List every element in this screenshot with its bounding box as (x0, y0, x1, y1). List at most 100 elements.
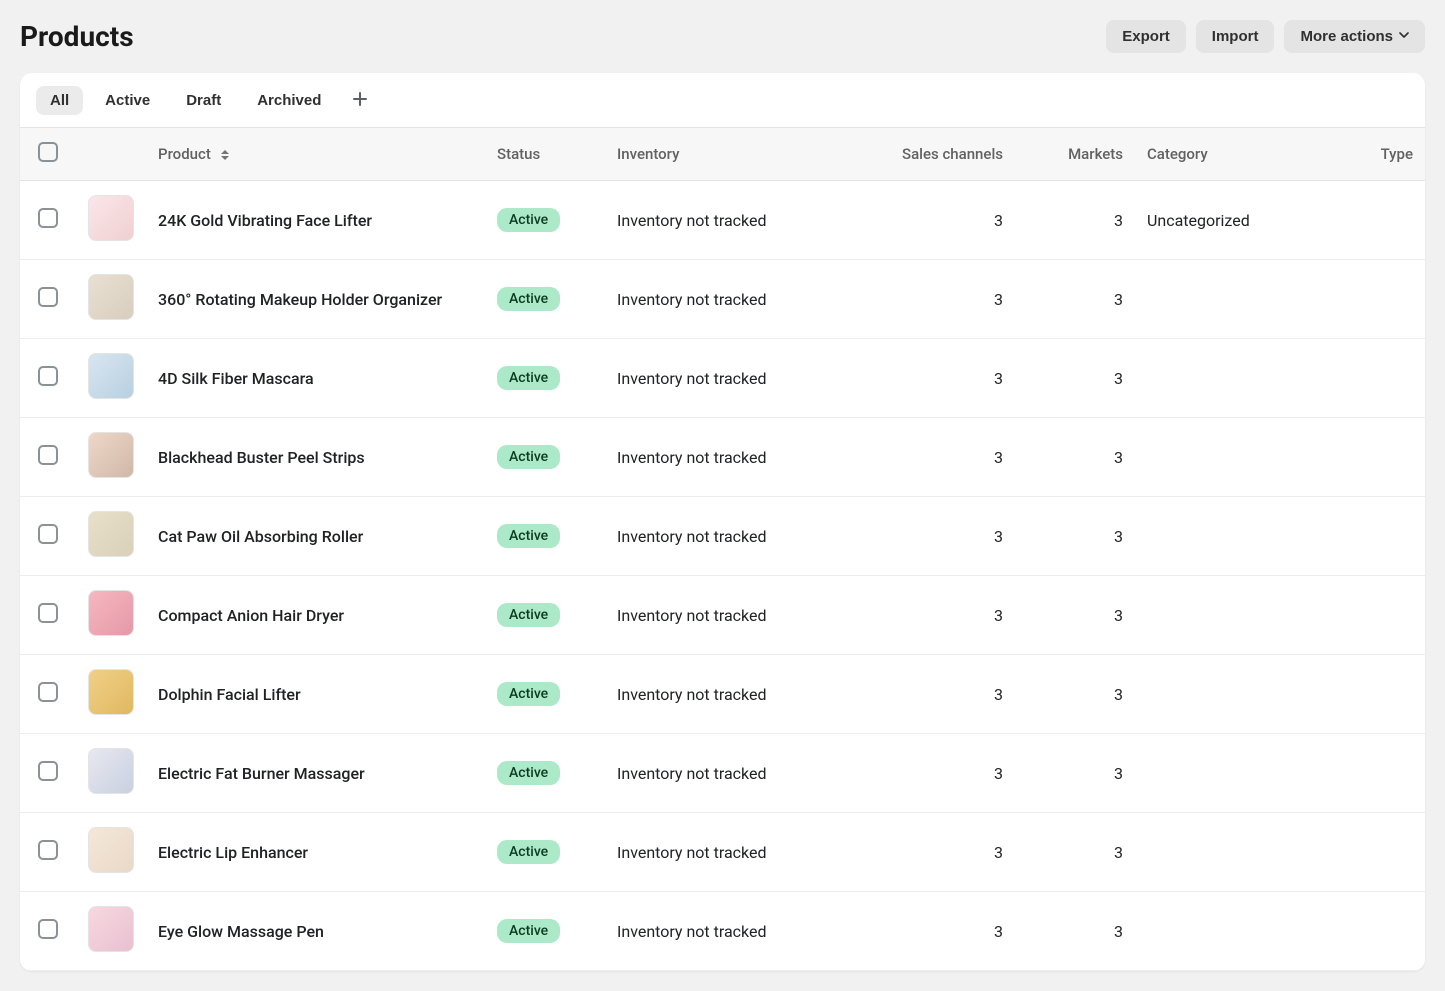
header-actions: Export Import More actions (1106, 20, 1425, 53)
category-cell (1135, 260, 1315, 339)
type-cell (1315, 576, 1425, 655)
product-name[interactable]: Cat Paw Oil Absorbing Roller (146, 497, 485, 576)
sales-channels-cell: 3 (865, 339, 1015, 418)
markets-cell: 3 (1015, 260, 1135, 339)
row-checkbox[interactable] (38, 287, 58, 307)
tab-all[interactable]: All (36, 86, 83, 115)
inventory-cell: Inventory not tracked (605, 418, 865, 497)
product-name[interactable]: Electric Lip Enhancer (146, 813, 485, 892)
product-thumbnail[interactable] (88, 274, 134, 320)
table-row[interactable]: Compact Anion Hair DryerActiveInventory … (20, 576, 1425, 655)
sales-channels-cell: 3 (865, 497, 1015, 576)
col-header-markets[interactable]: Markets (1015, 128, 1135, 181)
products-card: All Active Draft Archived Product Status (20, 73, 1425, 971)
category-cell (1135, 813, 1315, 892)
category-cell (1135, 497, 1315, 576)
product-thumbnail[interactable] (88, 748, 134, 794)
product-thumbnail[interactable] (88, 590, 134, 636)
product-thumbnail[interactable] (88, 827, 134, 873)
row-checkbox[interactable] (38, 919, 58, 939)
product-name[interactable]: Compact Anion Hair Dryer (146, 576, 485, 655)
type-cell (1315, 418, 1425, 497)
sales-channels-cell: 3 (865, 734, 1015, 813)
type-cell (1315, 339, 1425, 418)
table-row[interactable]: 4D Silk Fiber MascaraActiveInventory not… (20, 339, 1425, 418)
status-badge: Active (497, 682, 560, 706)
product-name[interactable]: 360° Rotating Makeup Holder Organizer (146, 260, 485, 339)
product-thumbnail[interactable] (88, 195, 134, 241)
col-header-sales[interactable]: Sales channels (865, 128, 1015, 181)
table-row[interactable]: 24K Gold Vibrating Face Lifter Active Inve… (20, 181, 1425, 260)
table-row[interactable]: Cat Paw Oil Absorbing RollerActiveInvent… (20, 497, 1425, 576)
row-checkbox[interactable] (38, 208, 58, 228)
product-thumbnail[interactable] (88, 669, 134, 715)
markets-cell: 3 (1015, 418, 1135, 497)
product-thumbnail[interactable] (88, 511, 134, 557)
table-row[interactable]: Dolphin Facial Lifter Active Inventory not… (20, 655, 1425, 734)
sales-channels-cell: 3 (865, 813, 1015, 892)
col-header-inventory[interactable]: Inventory (605, 128, 865, 181)
product-name[interactable]: Blackhead Buster Peel Strips (146, 418, 485, 497)
row-checkbox[interactable] (38, 366, 58, 386)
status-badge: Active (497, 287, 560, 311)
status-badge: Active (497, 208, 560, 232)
col-header-product[interactable]: Product (146, 128, 485, 181)
inventory-cell: Inventory not tracked (605, 181, 865, 260)
sales-channels-cell: 3 (865, 418, 1015, 497)
products-table: Product Status Inventory Sales channels … (20, 127, 1425, 971)
col-header-status[interactable]: Status (485, 128, 605, 181)
inventory-cell: Inventory not tracked (605, 892, 865, 971)
product-name[interactable]: 4D Silk Fiber Mascara (146, 339, 485, 418)
more-actions-button[interactable]: More actions (1284, 20, 1425, 53)
product-thumbnail[interactable] (88, 353, 134, 399)
tab-draft[interactable]: Draft (172, 86, 235, 115)
col-header-category[interactable]: Category (1135, 128, 1315, 181)
type-cell (1315, 181, 1425, 260)
sales-channels-cell: 3 (865, 260, 1015, 339)
col-header-product-label: Product (158, 145, 211, 163)
table-row[interactable]: 360° Rotating Makeup Holder Organizer Act… (20, 260, 1425, 339)
type-cell (1315, 497, 1425, 576)
products-tbody: 24K Gold Vibrating Face Lifter Active Inve… (20, 181, 1425, 971)
export-button[interactable]: Export (1106, 20, 1186, 53)
sort-icon (221, 150, 229, 160)
sales-channels-cell: 3 (865, 576, 1015, 655)
product-name[interactable]: 24K Gold Vibrating Face Lifter (146, 181, 485, 260)
page-title: Products (20, 20, 134, 53)
add-view-button[interactable] (343, 85, 377, 115)
select-all-checkbox[interactable] (38, 142, 58, 162)
status-badge: Active (497, 761, 560, 785)
status-badge: Active (497, 366, 560, 390)
row-checkbox[interactable] (38, 761, 58, 781)
category-cell (1135, 655, 1315, 734)
markets-cell: 3 (1015, 497, 1135, 576)
row-checkbox[interactable] (38, 840, 58, 860)
row-checkbox[interactable] (38, 682, 58, 702)
row-checkbox[interactable] (38, 603, 58, 623)
table-row[interactable]: Electric Fat Burner MassagerActiveInvent… (20, 734, 1425, 813)
page-header: Products Export Import More actions (20, 20, 1425, 53)
product-name[interactable]: Electric Fat Burner Massager (146, 734, 485, 813)
type-cell (1315, 260, 1425, 339)
row-checkbox[interactable] (38, 524, 58, 544)
table-row[interactable]: Blackhead Buster Peel StripsActiveInvent… (20, 418, 1425, 497)
category-cell (1135, 418, 1315, 497)
row-checkbox[interactable] (38, 445, 58, 465)
import-button[interactable]: Import (1196, 20, 1275, 53)
product-name[interactable]: Dolphin Facial Lifter (146, 655, 485, 734)
table-row[interactable]: Eye Glow Massage PenActiveInventory not … (20, 892, 1425, 971)
status-badge: Active (497, 603, 560, 627)
product-name[interactable]: Eye Glow Massage Pen (146, 892, 485, 971)
product-thumbnail[interactable] (88, 906, 134, 952)
tab-active[interactable]: Active (91, 86, 164, 115)
markets-cell: 3 (1015, 734, 1135, 813)
product-thumbnail[interactable] (88, 432, 134, 478)
inventory-cell: Inventory not tracked (605, 813, 865, 892)
tab-archived[interactable]: Archived (243, 86, 335, 115)
markets-cell: 3 (1015, 892, 1135, 971)
inventory-cell: Inventory not tracked (605, 655, 865, 734)
col-header-thumb (76, 128, 146, 181)
table-row[interactable]: Electric Lip EnhancerActiveInventory not… (20, 813, 1425, 892)
col-header-type[interactable]: Type (1315, 128, 1425, 181)
markets-cell: 3 (1015, 339, 1135, 418)
